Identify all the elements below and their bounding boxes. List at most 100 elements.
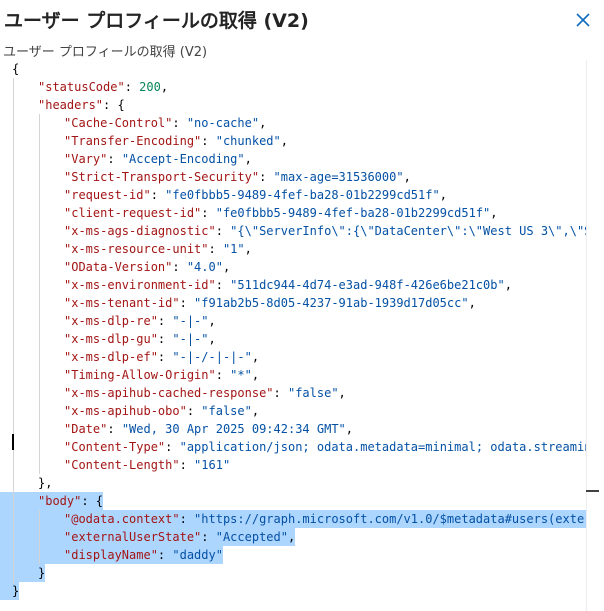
json-key: "x-ms-tenant-id" xyxy=(64,296,180,310)
json-key: "Date" xyxy=(64,422,108,436)
json-punctuation: : xyxy=(107,422,122,436)
text-caret xyxy=(12,434,14,450)
json-punctuation: , xyxy=(345,422,354,436)
code-line: "@odata.context": "https://graph.microso… xyxy=(0,510,599,528)
json-punctuation: : xyxy=(157,350,173,364)
json-string: "-|-/-|-|-" xyxy=(172,350,252,364)
json-string: "false" xyxy=(287,386,339,400)
json-punctuation: , xyxy=(244,152,252,166)
json-string: "f91ab2b5-8d05-4237-91ab-1939d17d05cc" xyxy=(194,296,469,310)
json-key: "Strict-Transport-Security" xyxy=(64,170,260,184)
json-output-editor[interactable]: }} "displayName": "daddy" "externalUserSta… xyxy=(0,60,599,611)
json-punctuation: , xyxy=(251,368,260,382)
code-line: "Timing-Allow-Origin": "*", xyxy=(0,366,599,384)
json-punctuation: , xyxy=(490,206,498,220)
code-line: "x-ms-apihub-obo": "false", xyxy=(0,402,599,420)
code-line: "x-ms-resource-unit": "1", xyxy=(0,240,599,258)
json-key: "Timing-Allow-Origin" xyxy=(64,368,216,382)
dialog-title: ユーザー プロフィールの取得 (V2) xyxy=(4,10,309,32)
code-line: } xyxy=(0,564,46,582)
json-punctuation: , xyxy=(504,278,512,292)
code-line: "x-ms-apihub-cached-response": "false", xyxy=(0,384,599,402)
code-line: "x-ms-environment-id": "511dc944-4d74-e3… xyxy=(0,276,599,294)
json-string: "Wed, 30 Apr 2025 09:42:34 GMT" xyxy=(121,422,346,436)
close-icon[interactable] xyxy=(572,9,594,31)
json-string: "-|-" xyxy=(172,332,209,346)
json-string: "no-cache" xyxy=(186,116,260,130)
json-key: "Vary" xyxy=(64,152,108,166)
json-key: "request-id" xyxy=(64,188,151,202)
json-punctuation: : xyxy=(179,512,195,526)
json-key: "statusCode" xyxy=(38,80,125,94)
json-string: "https://graph.microsoft.com/v1.0/$metad… xyxy=(194,512,599,526)
code-line: "body": { xyxy=(0,492,104,510)
code-line: "Transfer-Encoding": "chunked", xyxy=(0,132,599,150)
code-line: "x-ms-tenant-id": "f91ab2b5-8d05-4237-91… xyxy=(0,294,599,312)
json-punctuation: : xyxy=(273,386,288,400)
json-string: "{\"ServerInfo\":{\"DataCenter\":\"West … xyxy=(230,224,599,238)
json-number: 200 xyxy=(139,80,161,94)
json-punctuation: : xyxy=(157,314,173,328)
json-punctuation: : xyxy=(107,152,122,166)
json-string: "4.0" xyxy=(186,260,223,274)
code-line: "x-ms-ags-diagnostic": "{\"ServerInfo\":… xyxy=(0,222,599,240)
json-punctuation: } xyxy=(38,566,46,580)
json-string: "511dc944-4d74-e3ad-948f-426e6be21c0b" xyxy=(230,278,505,292)
json-punctuation: : xyxy=(179,296,195,310)
json-key: "Content-Length" xyxy=(64,458,180,472)
code-line: "Vary": "Accept-Encoding", xyxy=(0,150,599,168)
json-punctuation: : xyxy=(157,548,173,562)
code-line: "x-ms-dlp-gu": "-|-", xyxy=(0,330,599,348)
json-punctuation: , xyxy=(259,116,267,130)
json-key: "Transfer-Encoding" xyxy=(64,134,202,148)
indent-guide xyxy=(13,78,14,584)
json-string: "Accepted" xyxy=(215,530,288,544)
code-line: "headers": { xyxy=(0,96,599,114)
json-punctuation: : xyxy=(124,80,140,94)
json-punctuation: : xyxy=(165,440,180,454)
json-string: "max-age=31536000" xyxy=(273,170,404,184)
json-key: "Cache-Control" xyxy=(64,116,173,130)
json-punctuation: : xyxy=(208,242,223,256)
json-punctuation: , xyxy=(160,80,169,94)
code-line: "Date": "Wed, 30 Apr 2025 09:42:34 GMT", xyxy=(0,420,599,438)
code-line: "externalUserState": "Accepted", xyxy=(0,528,296,546)
json-key: "Content-Type" xyxy=(64,440,166,454)
code-line: "Cache-Control": "no-cache", xyxy=(0,114,599,132)
json-punctuation: : xyxy=(215,278,231,292)
code-line: "client-request-id": "fe0fbbb5-9489-4fef… xyxy=(0,204,599,222)
vertical-scrollbar[interactable] xyxy=(586,60,599,611)
json-punctuation: : xyxy=(150,188,166,202)
json-punctuation: : xyxy=(172,116,187,130)
json-punctuation: : xyxy=(201,134,216,148)
json-string: "application/json; odata.metadata=minima… xyxy=(179,440,599,454)
json-punctuation: , xyxy=(222,260,231,274)
code-line: "x-ms-dlp-re": "-|-", xyxy=(0,312,599,330)
dialog-header: ユーザー プロフィールの取得 (V2) xyxy=(0,0,604,38)
json-key: "client-request-id" xyxy=(64,206,202,220)
json-key: "@odata.context" xyxy=(64,512,180,526)
json-string: "daddy" xyxy=(172,548,223,562)
json-punctuation: { xyxy=(12,62,20,76)
code-line: "Content-Length": "161" xyxy=(0,456,599,474)
json-key: "x-ms-dlp-ef" xyxy=(64,350,158,364)
json-key: "x-ms-ags-diagnostic" xyxy=(64,224,216,238)
json-key: "headers" xyxy=(38,98,104,112)
json-punctuation: : xyxy=(201,530,216,544)
output-label: ユーザー プロフィールの取得 (V2) xyxy=(3,45,208,60)
code-line: "OData-Version": "4.0", xyxy=(0,258,599,276)
json-key: "x-ms-apihub-cached-response" xyxy=(64,386,274,400)
json-punctuation: : xyxy=(259,170,274,184)
json-key: "x-ms-resource-unit" xyxy=(64,242,209,256)
json-punctuation: : xyxy=(215,368,231,382)
json-punctuation: , xyxy=(251,404,260,418)
json-punctuation: , xyxy=(338,386,346,400)
scrollbar-position-marker xyxy=(586,490,599,492)
json-punctuation: , xyxy=(280,134,288,148)
code-line: "x-ms-dlp-ef": "-|-/-|-|-", xyxy=(0,348,599,366)
json-key: "OData-Version" xyxy=(64,260,173,274)
json-punctuation: : { xyxy=(103,98,125,112)
code-line: "Content-Type": "application/json; odata… xyxy=(0,438,599,456)
json-key: "externalUserState" xyxy=(64,530,202,544)
json-string: "fe0fbbb5-9489-4fef-ba28-01b2299cd51f" xyxy=(215,206,491,220)
